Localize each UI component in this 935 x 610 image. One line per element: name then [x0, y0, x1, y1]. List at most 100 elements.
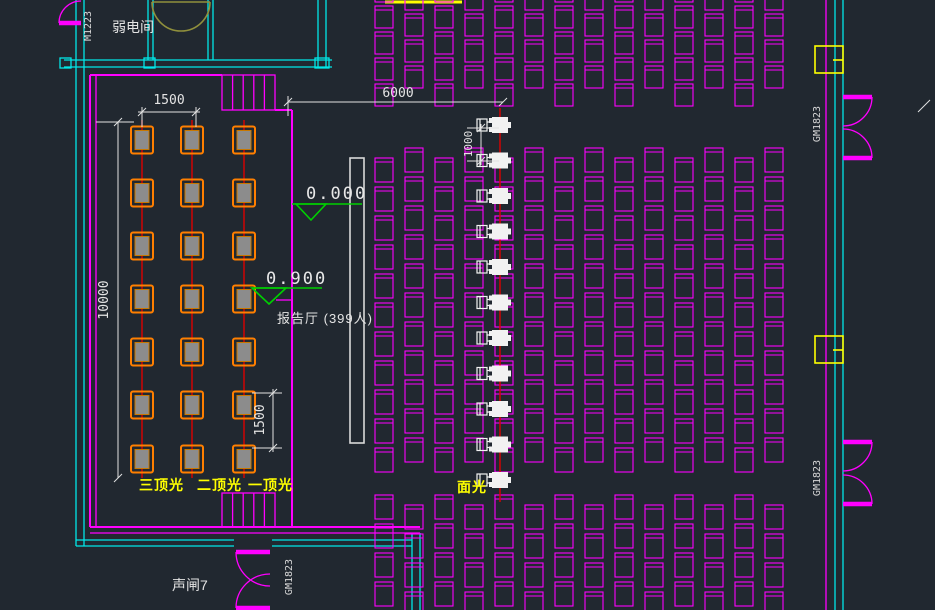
seat	[555, 6, 573, 28]
seat	[675, 6, 693, 28]
face-light-tab	[508, 193, 511, 199]
stage-light-lens	[185, 343, 199, 362]
seat	[585, 14, 603, 36]
seat	[735, 58, 753, 80]
seat	[405, 66, 423, 88]
stage-light-lens	[135, 396, 149, 415]
face-light-tab	[508, 264, 511, 270]
seat	[705, 40, 723, 62]
magenta-walls	[90, 0, 826, 610]
seat	[525, 592, 543, 610]
yellow-features	[385, 2, 843, 363]
face-lights	[477, 117, 511, 488]
seat	[735, 84, 753, 106]
seat	[675, 32, 693, 54]
stage-light-lens	[135, 184, 149, 203]
stage-light-lens	[185, 450, 199, 469]
face-light-body	[492, 366, 508, 382]
face-light-tab	[508, 158, 511, 164]
seat	[645, 592, 663, 610]
stage-light-lens	[185, 237, 199, 256]
face-light-body	[492, 224, 508, 240]
face-light-body	[492, 437, 508, 453]
level-triangle	[252, 288, 286, 304]
stage-light-lens	[185, 184, 199, 203]
door-tag-gm1823-soundlock: GM1823	[284, 559, 295, 595]
face-light-body	[492, 401, 508, 417]
door-swing-arc	[181, 2, 210, 31]
door-swing-arc	[236, 552, 270, 586]
seat	[435, 32, 453, 54]
level-text-0900: 0.900	[266, 269, 327, 289]
dim-text-10000: 10000	[97, 280, 112, 319]
seat	[675, 58, 693, 80]
seat	[705, 66, 723, 88]
seat	[525, 0, 543, 10]
face-light-lamp	[477, 261, 487, 273]
seat	[585, 0, 603, 10]
stage-light-lens	[135, 237, 149, 256]
seat	[375, 58, 393, 80]
stage-light-lens	[185, 290, 199, 309]
seat	[765, 66, 783, 88]
stage-light-lens	[237, 450, 251, 469]
audience-seating	[375, 0, 783, 610]
label-top-light-2: 二顶光	[197, 477, 242, 493]
seat	[765, 40, 783, 62]
seat	[615, 0, 633, 2]
seat	[435, 6, 453, 28]
stair-outline	[222, 493, 275, 527]
face-light-tab	[508, 122, 511, 128]
face-light-tab	[508, 229, 511, 235]
seat	[495, 32, 513, 54]
seat	[585, 40, 603, 62]
stage-light-lens	[135, 290, 149, 309]
face-light-body	[492, 472, 508, 488]
label-top-light-1: 一顶光	[248, 477, 293, 493]
seat	[465, 40, 483, 62]
stage-light-lens	[135, 450, 149, 469]
door-tag-gm1823-bottom: GM1823	[812, 460, 823, 496]
dim-text-1500-top: 1500	[153, 93, 184, 108]
face-light-lamp	[477, 332, 487, 344]
seat	[645, 40, 663, 62]
face-light-body	[492, 330, 508, 346]
face-light-tab	[508, 442, 511, 448]
door-swing-arc	[843, 97, 872, 126]
stage-light-lens	[185, 131, 199, 150]
dim-text-6000: 6000	[382, 86, 413, 101]
seat	[495, 0, 513, 2]
face-light-tab	[508, 477, 511, 483]
seat	[705, 592, 723, 610]
seat	[765, 14, 783, 36]
seat	[495, 84, 513, 106]
seat	[555, 0, 573, 2]
seat	[375, 6, 393, 28]
seat	[735, 0, 753, 2]
seat	[705, 0, 723, 10]
seat	[465, 66, 483, 88]
dim-text-1000: 1000	[462, 131, 475, 158]
level-triangle	[296, 204, 326, 220]
seat	[525, 66, 543, 88]
seat	[615, 84, 633, 106]
seat	[585, 592, 603, 610]
seat	[555, 58, 573, 80]
seat	[375, 32, 393, 54]
stage-light-lens	[237, 290, 251, 309]
seat	[465, 0, 483, 10]
seat	[615, 32, 633, 54]
seat	[735, 6, 753, 28]
cad-canvas[interactable]: 1500 10000 1500 6000 1000 0.000 0.90	[0, 0, 935, 610]
door-swing-arc	[843, 442, 872, 471]
stage-light-lens	[237, 131, 251, 150]
stage-light-lens	[237, 396, 251, 415]
door-tag-gm1823-top: GM1823	[812, 106, 823, 142]
seat	[735, 32, 753, 54]
stage-lights	[131, 120, 255, 478]
seat	[615, 6, 633, 28]
level-text-0000: 0.000	[306, 184, 367, 204]
hall-label: 报告厅 (399人)	[277, 311, 373, 326]
face-light-body	[492, 295, 508, 311]
door-swing-arc	[843, 475, 872, 504]
